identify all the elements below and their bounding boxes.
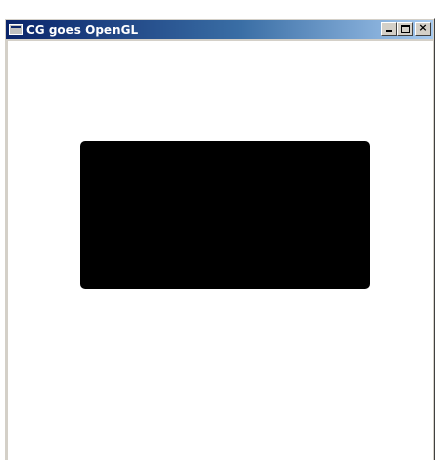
rendered-rectangle (80, 141, 370, 289)
minimize-button[interactable] (381, 22, 397, 36)
close-icon: × (418, 21, 428, 34)
app-window: CG goes OpenGL × (4, 18, 435, 461)
title-bar[interactable]: CG goes OpenGL × (6, 20, 433, 39)
close-button[interactable]: × (415, 21, 431, 36)
maximize-icon (401, 25, 410, 33)
maximize-button[interactable] (397, 22, 413, 36)
minimize-icon (386, 30, 392, 32)
window-title: CG goes OpenGL (26, 22, 139, 37)
app-window-icon[interactable] (9, 24, 23, 35)
caption-buttons: × (381, 21, 431, 36)
opengl-canvas[interactable] (8, 41, 433, 461)
